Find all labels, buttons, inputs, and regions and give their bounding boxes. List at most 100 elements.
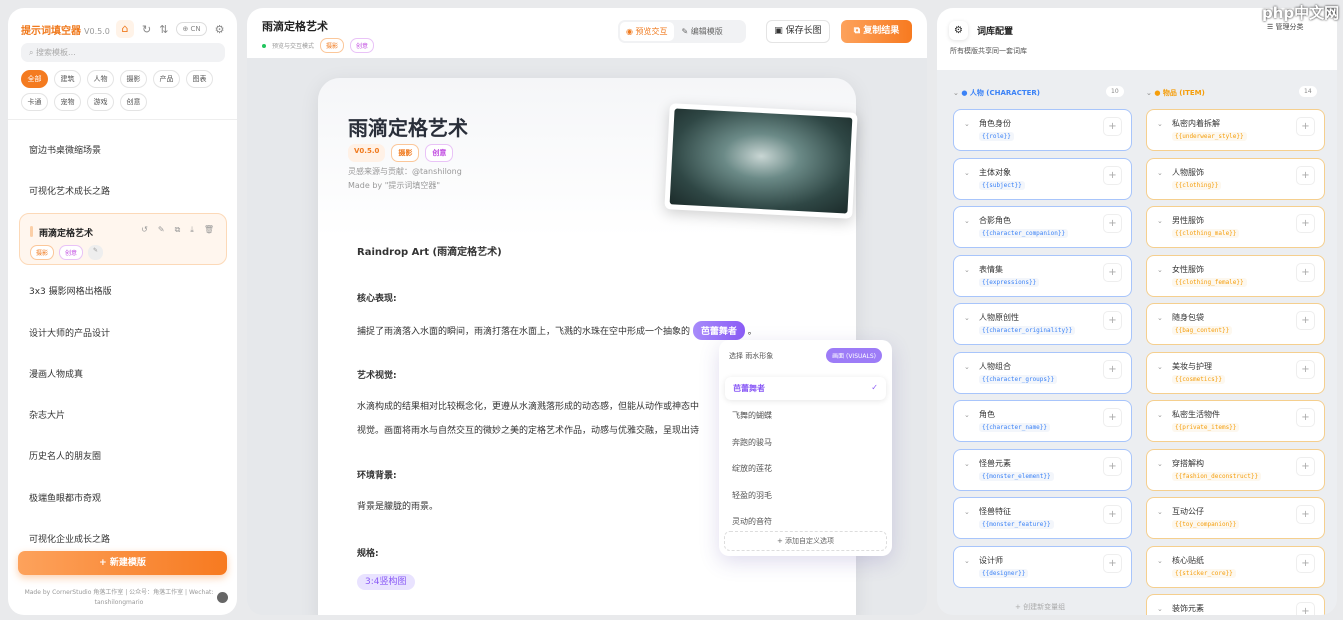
add-option-button[interactable]: +	[1103, 505, 1122, 524]
variable-card[interactable]: ⌄穿搭解构{{fashion_deconstruct}}+	[1146, 449, 1325, 491]
variable-card[interactable]: ⌄随身包袋{{bag_content}}+	[1146, 303, 1325, 345]
add-option-button[interactable]: +	[1296, 602, 1315, 615]
chevron-down-icon[interactable]: ⌄	[1157, 266, 1163, 274]
chevron-down-icon[interactable]: ⌄	[1157, 605, 1163, 613]
variable-card[interactable]: ⌄人物组合{{character_groups}}+	[953, 352, 1132, 394]
template-list-item[interactable]: 3x3 摄影网格出格版	[29, 284, 112, 297]
chevron-down-icon[interactable]: ⌄	[964, 363, 970, 371]
add-option-button[interactable]: +	[1103, 166, 1122, 185]
template-list-item[interactable]: 极端鱼眼都市奇观	[29, 491, 101, 504]
add-option-button[interactable]: +	[1103, 117, 1122, 136]
manage-categories-button[interactable]: ☰ 管理分类	[1267, 22, 1304, 32]
chevron-down-icon[interactable]: ⌄	[964, 266, 970, 274]
variable-card[interactable]: ⌄人物原创性{{character_originality}}+	[953, 303, 1132, 345]
add-option-button[interactable]: +	[1296, 408, 1315, 427]
search-input[interactable]: ⌕ 搜索模板...	[21, 43, 225, 62]
filter-chip[interactable]: 建筑	[54, 70, 81, 88]
home-icon[interactable]: ⌂	[116, 20, 134, 38]
filter-chip[interactable]: 创意	[120, 93, 147, 111]
variable-card[interactable]: ⌄表情集{{expressions}}+	[953, 255, 1132, 297]
filter-chip[interactable]: 宠物	[54, 93, 81, 111]
variable-card[interactable]: ⌄怪兽特征{{monster_feature}}+	[953, 497, 1132, 539]
template-list-item[interactable]: 历史名人的朋友圈	[29, 449, 101, 462]
variable-card[interactable]: ⌄主体对象{{subject}}+	[953, 158, 1132, 200]
filter-chip[interactable]: 摄影	[120, 70, 147, 88]
copy-result-button[interactable]: ⧉ 复制结果	[841, 20, 912, 43]
add-option-button[interactable]: +	[1103, 214, 1122, 233]
chevron-down-icon[interactable]: ⌄	[1157, 557, 1163, 565]
add-custom-option-button[interactable]: + 添加自定义选项	[724, 531, 887, 551]
variable-card[interactable]: ⌄男性服饰{{clothing_male}}+	[1146, 206, 1325, 248]
new-template-button[interactable]: + 新建模版	[18, 551, 227, 575]
filter-chip[interactable]: 全部	[21, 70, 48, 88]
variable-card[interactable]: ⌄核心贴纸{{sticker_core}}+	[1146, 546, 1325, 588]
variable-card[interactable]: ⌄私密生活物件{{private_items}}+	[1146, 400, 1325, 442]
variable-card[interactable]: ⌄怪兽元素{{monster_element}}+	[953, 449, 1132, 491]
add-option-button[interactable]: +	[1296, 457, 1315, 476]
variable-card[interactable]: ⌄合影角色{{character_companion}}+	[953, 206, 1132, 248]
variable-card[interactable]: ⌄人物服饰{{clothing}}+	[1146, 158, 1325, 200]
duplicate-icon[interactable]: ⧉	[175, 225, 181, 235]
language-toggle[interactable]: ⊕ CN	[176, 22, 206, 36]
selected-template-item[interactable]: 雨滴定格艺术 ↺✎⧉⤓🗑 摄影创意✎	[19, 213, 227, 265]
edit-icon[interactable]: ✎	[158, 225, 165, 235]
category-header[interactable]: ⌄ ● 人物 (CHARACTER)	[953, 88, 1040, 98]
chevron-down-icon[interactable]: ⌄	[964, 508, 970, 516]
filter-chip[interactable]: 卡通	[21, 93, 48, 111]
reset-icon[interactable]: ↺	[141, 225, 148, 235]
add-option-button[interactable]: +	[1296, 117, 1315, 136]
variable-card[interactable]: ⌄私密内着拆解{{underwear_style}}+	[1146, 109, 1325, 151]
variable-card[interactable]: ⌄设计师{{designer}}+	[953, 546, 1132, 588]
chevron-down-icon[interactable]: ⌄	[1157, 169, 1163, 177]
add-option-button[interactable]: +	[1296, 554, 1315, 573]
download-icon[interactable]: ⤓	[190, 225, 194, 235]
delete-icon[interactable]: 🗑	[204, 225, 214, 235]
create-group-button[interactable]: + 创建新变量组	[1015, 602, 1065, 612]
variable-pill[interactable]: 3:4竖构图	[357, 574, 415, 590]
add-option-button[interactable]: +	[1296, 311, 1315, 330]
tab-preview[interactable]: ◉ 预览交互	[620, 22, 674, 41]
add-option-button[interactable]: +	[1296, 360, 1315, 379]
filter-chip[interactable]: 图表	[186, 70, 213, 88]
template-list-item[interactable]: 杂志大片	[29, 408, 65, 421]
chevron-down-icon[interactable]: ⌄	[964, 217, 970, 225]
add-option-button[interactable]: +	[1103, 263, 1122, 282]
add-option-button[interactable]: +	[1103, 457, 1122, 476]
chevron-down-icon[interactable]: ⌄	[1157, 460, 1163, 468]
dropdown-option[interactable]: 奔跑的骏马	[732, 437, 772, 448]
template-list-item[interactable]: 可视化艺术成长之路	[29, 184, 110, 197]
github-icon[interactable]	[217, 592, 228, 603]
add-option-button[interactable]: +	[1103, 360, 1122, 379]
chevron-down-icon[interactable]: ⌄	[964, 314, 970, 322]
dropdown-option[interactable]: 飞舞的蝴蝶	[732, 410, 772, 421]
sort-icon[interactable]: ⇅	[159, 23, 168, 36]
add-option-button[interactable]: +	[1296, 166, 1315, 185]
add-option-button[interactable]: +	[1296, 505, 1315, 524]
filter-chip[interactable]: 产品	[153, 70, 180, 88]
variable-card[interactable]: ⌄美妆与护理{{cosmetics}}+	[1146, 352, 1325, 394]
category-header[interactable]: ⌄ ● 物品 (ITEM)	[1146, 88, 1205, 98]
dropdown-option[interactable]: 绽放的莲花	[732, 463, 772, 474]
add-option-button[interactable]: +	[1103, 554, 1122, 573]
add-option-button[interactable]: +	[1103, 311, 1122, 330]
variable-card[interactable]: ⌄装饰元素+	[1146, 594, 1325, 615]
gear-icon[interactable]: ⚙	[215, 23, 225, 36]
chevron-down-icon[interactable]: ⌄	[1157, 217, 1163, 225]
add-option-button[interactable]: +	[1296, 263, 1315, 282]
chevron-down-icon[interactable]: ⌄	[964, 169, 970, 177]
add-option-button[interactable]: +	[1103, 408, 1122, 427]
filter-chip[interactable]: 人物	[87, 70, 114, 88]
template-list-item[interactable]: 窗边书桌微缩场景	[29, 143, 101, 156]
variable-card[interactable]: ⌄女性服饰{{clothing_female}}+	[1146, 255, 1325, 297]
chevron-down-icon[interactable]: ⌄	[964, 557, 970, 565]
refresh-icon[interactable]: ↻	[142, 23, 151, 36]
dropdown-option[interactable]: 轻盈的羽毛	[732, 490, 772, 501]
chevron-down-icon[interactable]: ⌄	[1157, 411, 1163, 419]
chevron-down-icon[interactable]: ⌄	[964, 460, 970, 468]
variable-card[interactable]: ⌄互动公仔{{toy_companion}}+	[1146, 497, 1325, 539]
tab-edit[interactable]: ✎ 编辑模版	[676, 22, 729, 41]
chevron-down-icon[interactable]: ⌄	[1157, 508, 1163, 516]
chevron-down-icon[interactable]: ⌄	[964, 411, 970, 419]
chevron-down-icon[interactable]: ⌄	[964, 120, 970, 128]
variable-pill[interactable]: 芭蕾舞者	[693, 321, 745, 340]
